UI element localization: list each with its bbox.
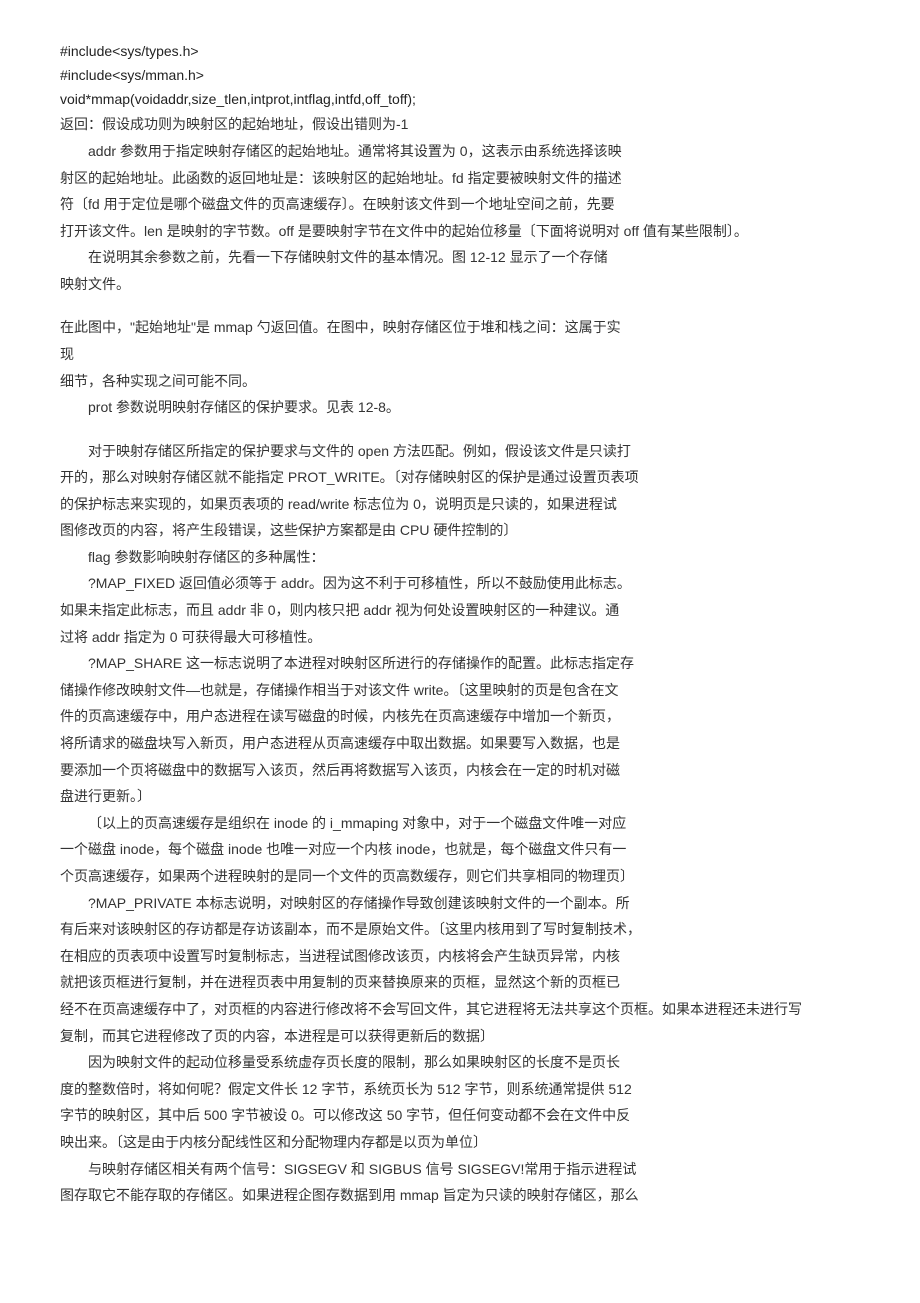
body-text: 要添加一个页将磁盘中的数据写入该页，然后再将数据写入该页，内核会在一定的时机对磁	[60, 757, 860, 784]
body-text: 射区的起始地址。此函数的返回地址是：该映射区的起始地址。fd 指定要被映射文件的…	[60, 165, 860, 192]
blank-line	[60, 298, 860, 315]
body-text: 细节，各种实现之间可能不同。	[60, 368, 860, 395]
body-text: 打开该文件。len 是映射的字节数。off 是要映射字节在文件中的起始位移量〔下…	[60, 218, 860, 245]
body-text: 映出来。〔这是由于内核分配线性区和分配物理内存都是以页为单位〕	[60, 1129, 860, 1156]
body-text: 经不在页高速缓存中了，对页框的内容进行修改将不会写回文件，其它进程将无法共享这个…	[60, 996, 860, 1023]
body-text: 度的整数倍时，将如何呢？假定文件长 12 字节，系统页长为 512 字节，则系统…	[60, 1076, 860, 1103]
body-text: 过将 addr 指定为 0 可获得最大可移植性。	[60, 624, 860, 651]
body-text: 如果未指定此标志，而且 addr 非 0，则内核只把 addr 视为何处设置映射…	[60, 597, 860, 624]
body-text: flag 参数影响映射存储区的多种属性：	[60, 544, 860, 571]
body-text: 因为映射文件的起动位移量受系统虚存页长度的限制，那么如果映射区的长度不是页长	[60, 1049, 860, 1076]
body-text: 就把该页框进行复制，并在进程页表中用复制的页来替换原来的页框，显然这个新的页框已	[60, 969, 860, 996]
body-text: 对于映射存储区所指定的保护要求与文件的 open 方法匹配。例如，假设该文件是只…	[60, 438, 860, 465]
body-text: 个页高速缓存，如果两个进程映射的是同一个文件的页高数缓存，则它们共享相同的物理页…	[60, 863, 860, 890]
body-text: 储操作修改映射文件—也就是，存储操作相当于对该文件 write。〔这里映射的页是…	[60, 677, 860, 704]
body-text: addr 参数用于指定映射存储区的起始地址。通常将其设置为 0，这表示由系统选择…	[60, 138, 860, 165]
body-text: 在说明其余参数之前，先看一下存储映射文件的基本情况。图 12-12 显示了一个存…	[60, 244, 860, 271]
body-text: 盘进行更新。〕	[60, 783, 860, 810]
body-text: prot 参数说明映射存储区的保护要求。见表 12-8。	[60, 394, 860, 421]
body-text: 与映射存储区相关有两个信号：SIGSEGV 和 SIGBUS 信号 SIGSEG…	[60, 1156, 860, 1183]
body-text: 有后来对该映射区的存访都是存访该副本，而不是原始文件。〔这里内核用到了写时复制技…	[60, 916, 860, 943]
code-line-3: void*mmap(voidaddr,size_tlen,intprot,int…	[60, 88, 860, 112]
body-text: ?MAP_FIXED 返回值必须等于 addr。因为这不利于可移植性，所以不鼓励…	[60, 570, 860, 597]
body-text: 开的，那么对映射存储区就不能指定 PROT_WRITE。〔对存储映射区的保护是通…	[60, 464, 860, 491]
body-text: ?MAP_PRIVATE 本标志说明，对映射区的存储操作导致创建该映射文件的一个…	[60, 890, 860, 917]
code-line-2: #include<sys/mman.h>	[60, 64, 860, 88]
body-text: 返回：假设成功则为映射区的起始地址，假设出错则为-1	[60, 111, 860, 138]
body-text: 将所请求的磁盘块写入新页，用户态进程从页高速缓存中取出数据。如果要写入数据，也是	[60, 730, 860, 757]
body-text: 在此图中，"起始地址"是 mmap 勺返回值。在图中，映射存储区位于堆和栈之间：…	[60, 314, 860, 341]
body-text: 在相应的页表项中设置写时复制标志，当进程试图修改该页，内核将会产生缺页异常，内核	[60, 943, 860, 970]
body-text: ?MAP_SHARE 这一标志说明了本进程对映射区所进行的存储操作的配置。此标志…	[60, 650, 860, 677]
body-text: 件的页高速缓存中，用户态进程在读写磁盘的时候，内核先在页高速缓存中增加一个新页，	[60, 703, 860, 730]
body-text: 图修改页的内容，将产生段错误，这些保护方案都是由 CPU 硬件控制的〕	[60, 517, 860, 544]
body-text: 符〔fd 用于定位是哪个磁盘文件的页高速缓存〕。在映射该文件到一个地址空间之前，…	[60, 191, 860, 218]
body-text: 映射文件。	[60, 271, 860, 298]
body-text: 字节的映射区，其中后 500 字节被设 0。可以修改这 50 字节，但任何变动都…	[60, 1102, 860, 1129]
body-text: 一个磁盘 inode，每个磁盘 inode 也唯一对应一个内核 inode，也就…	[60, 836, 860, 863]
code-line-1: #include<sys/types.h>	[60, 40, 860, 64]
body-text: 的保护标志来实现的，如果页表项的 read/write 标志位为 0，说明页是只…	[60, 491, 860, 518]
blank-line	[60, 421, 860, 438]
body-text: 图存取它不能存取的存储区。如果进程企图存数据到用 mmap 旨定为只读的映射存储…	[60, 1182, 860, 1209]
body-text: 〔以上的页高速缓存是组织在 inode 的 i_mmaping 对象中，对于一个…	[60, 810, 860, 837]
body-text: 现	[60, 341, 860, 368]
body-text: 复制，而其它进程修改了页的内容，本进程是可以获得更新后的数据〕	[60, 1023, 860, 1050]
